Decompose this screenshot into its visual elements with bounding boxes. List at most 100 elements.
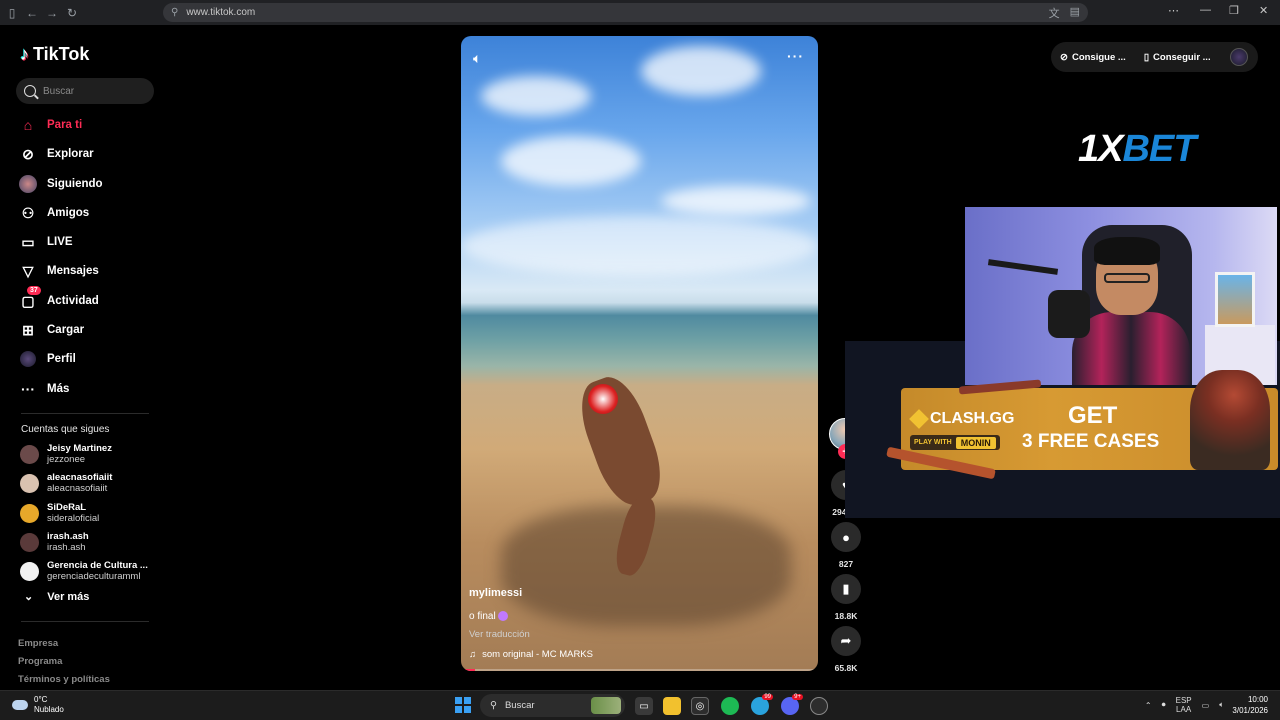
- browser-toolbar: ▯ ← → ↻ ⚲ www.tiktok.com 文 ▤ ⋯ — ❐ ✕: [0, 0, 1280, 25]
- forward-icon[interactable]: →: [42, 3, 62, 23]
- emoji-icon: [498, 611, 509, 622]
- inbox-icon: ▢ 37: [19, 286, 41, 310]
- nav-siguiendo[interactable]: Siguiendo: [19, 173, 103, 195]
- nav-explorar[interactable]: ⊘ Explorar: [19, 143, 94, 165]
- nav-mensajes[interactable]: ▽ Mensajes: [19, 260, 99, 282]
- cloud-icon: [12, 700, 28, 710]
- cloud: [661, 186, 811, 216]
- nav-label: Mensajes: [47, 265, 99, 277]
- followed-account[interactable]: irash.ash irash.ash: [20, 531, 89, 553]
- account-handle: sideraloficial: [47, 513, 100, 524]
- tiktok-logo[interactable]: ♪ TikTok: [20, 44, 89, 65]
- cloud: [501, 136, 641, 186]
- live-tv-icon: ▭: [21, 233, 35, 250]
- play-with-tag: PLAY WITH MONIN: [910, 435, 1000, 450]
- person: [570, 369, 672, 513]
- account-name: Jeisy Martinez: [47, 443, 112, 454]
- language-indicator[interactable]: ESP LAA: [1176, 696, 1192, 714]
- nav-para-ti[interactable]: ⌂ Para ti: [19, 114, 82, 136]
- comment-count: 827: [838, 559, 854, 569]
- save-action[interactable]: ▮ 18.8K: [831, 574, 861, 621]
- task-view-icon[interactable]: ▭: [635, 697, 653, 715]
- translate-link[interactable]: Ver traducción: [469, 629, 530, 640]
- see-more-button[interactable]: ⌄ Ver más: [24, 590, 89, 604]
- nav-label: Perfil: [47, 353, 76, 365]
- video-author[interactable]: mylimessi: [469, 587, 522, 599]
- discord-icon[interactable]: 9+: [781, 694, 803, 715]
- back-icon[interactable]: ←: [22, 3, 42, 23]
- sidebar-toggle-icon[interactable]: ▯: [2, 3, 22, 23]
- file-explorer-icon[interactable]: [663, 697, 681, 715]
- steam-icon[interactable]: [810, 697, 828, 715]
- promo-get: GET: [1068, 402, 1118, 429]
- nav-perfil[interactable]: Perfil: [19, 348, 76, 370]
- get-coins-button[interactable]: ⊘ Consigue ...: [1060, 52, 1126, 63]
- music-info[interactable]: ♫ som original - MC MARKS: [469, 649, 593, 660]
- avatar: [20, 473, 39, 493]
- nav-cargar[interactable]: ⊞ Cargar: [19, 319, 84, 341]
- nav-label: Siguiendo: [47, 178, 103, 190]
- search-icon: [24, 85, 36, 97]
- nav-amigos[interactable]: ⚇ Amigos: [19, 202, 89, 224]
- footer-link[interactable]: Términos y políticas: [18, 674, 110, 685]
- minimize-icon[interactable]: —: [1200, 4, 1211, 16]
- share-icon[interactable]: ➦: [831, 626, 861, 656]
- account-handle: gerenciadeculturamml: [47, 571, 141, 582]
- address-bar[interactable]: ⚲ www.tiktok.com 文 ▤: [163, 3, 1088, 22]
- translate-icon[interactable]: 文: [1049, 5, 1060, 21]
- coin-icon: ⊘: [1060, 51, 1068, 63]
- nav-label: Más: [47, 383, 70, 395]
- restore-icon[interactable]: ❐: [1229, 4, 1239, 17]
- account-name: irash.ash: [47, 531, 89, 542]
- volume-icon[interactable]: 🔈︎: [1219, 700, 1224, 710]
- account-name: aleacnasofiaiit: [47, 472, 113, 483]
- followed-account[interactable]: aleacnasofiaiit aleacnasofiaiit: [20, 472, 112, 494]
- video-player[interactable]: 🔈︎ ··· mylimessi o final Ver traducción …: [461, 36, 818, 671]
- bookmark-icon[interactable]: ▮: [831, 574, 861, 604]
- browser-app-icon[interactable]: ◎: [691, 697, 709, 715]
- start-button[interactable]: [455, 697, 471, 713]
- telegram-icon[interactable]: 99: [751, 694, 773, 715]
- browser-menu-icon[interactable]: ⋯: [1168, 4, 1179, 17]
- account-name: Gerencia de Cultura ...: [47, 560, 148, 571]
- friends-icon: ⚇: [21, 204, 35, 221]
- nav-label: Explorar: [47, 148, 94, 160]
- account-handle: aleacnasofiaiit: [47, 483, 108, 494]
- chevron-up-icon[interactable]: ⌃: [1145, 701, 1152, 710]
- music-title: som original - MC MARKS: [482, 649, 593, 660]
- ball: [588, 384, 618, 414]
- weather-widget[interactable]: 0°C Nublado: [12, 695, 64, 715]
- comment-action[interactable]: ● 827: [831, 522, 861, 569]
- followed-account[interactable]: SiDeRaL sideraloficial: [20, 502, 99, 524]
- followed-account[interactable]: Jeisy Martinez jezzonee: [20, 443, 112, 465]
- clash-logo: CLASH.GG: [909, 409, 1014, 429]
- followed-account[interactable]: Gerencia de Cultura ... gerenciadecultura…: [20, 560, 148, 582]
- comment-icon[interactable]: ●: [831, 522, 861, 552]
- footer-link[interactable]: Programa: [18, 656, 62, 667]
- clock[interactable]: 10:00 3/01/2026: [1232, 694, 1268, 716]
- share-count: 65.8K: [834, 663, 858, 673]
- get-app-button[interactable]: ▯ Conseguir ...: [1144, 52, 1211, 63]
- reader-icon[interactable]: ▤: [1070, 5, 1080, 21]
- reload-icon[interactable]: ↻: [62, 3, 82, 23]
- close-icon[interactable]: ✕: [1259, 4, 1268, 17]
- avatar: [20, 503, 39, 523]
- user-avatar[interactable]: [1230, 48, 1248, 66]
- share-action[interactable]: ➦ 65.8K: [831, 626, 861, 673]
- taskbar-search[interactable]: ⚲ Buscar: [480, 694, 625, 717]
- spotify-icon[interactable]: [721, 697, 739, 715]
- footer-link[interactable]: Empresa: [18, 638, 58, 649]
- more-options-icon[interactable]: ···: [787, 48, 804, 64]
- microphone-icon[interactable]: ⏺: [1162, 700, 1166, 710]
- following-avatar-icon: [19, 175, 37, 193]
- search-input[interactable]: Buscar: [16, 78, 154, 104]
- nav-mas[interactable]: ··· Más: [19, 378, 69, 400]
- nav-live[interactable]: ▭ LIVE: [19, 231, 72, 253]
- volume-icon[interactable]: 🔈︎: [473, 50, 481, 67]
- site-info-icon[interactable]: ⚲: [171, 7, 178, 18]
- display-icon[interactable]: ▭: [1202, 701, 1210, 710]
- video-progress-bar[interactable]: [461, 669, 818, 671]
- cloud: [641, 46, 761, 96]
- lang-line: ESP: [1175, 696, 1192, 705]
- nav-actividad[interactable]: ▢ 37 Actividad: [19, 286, 99, 312]
